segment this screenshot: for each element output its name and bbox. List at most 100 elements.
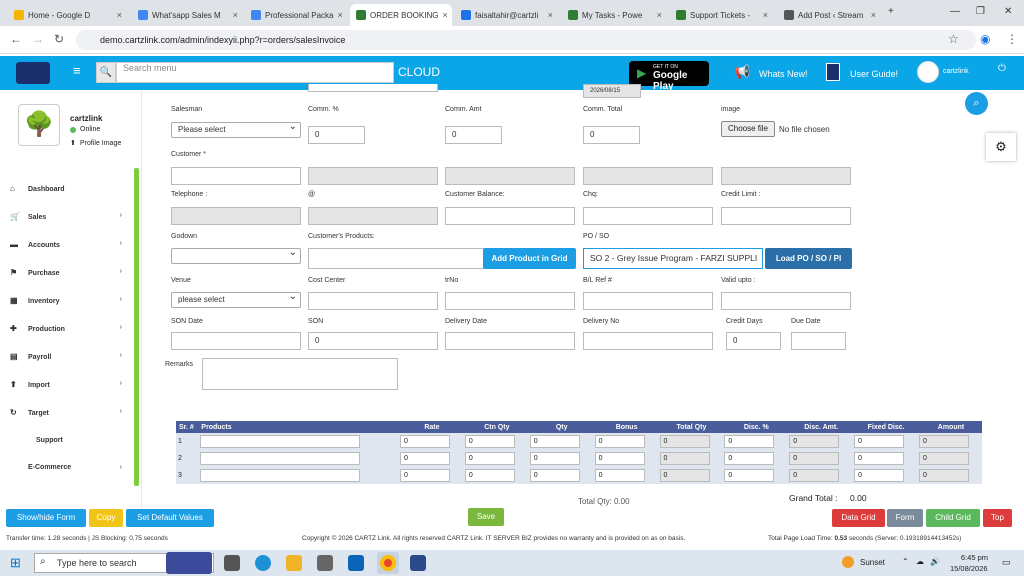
sidebar-item-import[interactable]: ⬆ Import › (10, 380, 130, 389)
form-button[interactable]: Form (887, 509, 923, 527)
tab-close-icon[interactable]: × (657, 10, 662, 20)
edge-icon[interactable] (255, 555, 271, 571)
grid-value-input[interactable]: 0 (594, 435, 645, 448)
grid-value-input[interactable]: 0 (464, 435, 515, 448)
load-po-button[interactable]: Load PO / SO / PI (765, 248, 852, 269)
tab-close-icon[interactable]: × (763, 10, 768, 20)
sidebar-item-e-commerce[interactable]: E-Commerce › (10, 464, 130, 471)
windows-start-icon[interactable]: ⊞ (10, 555, 21, 571)
browser-menu-icon[interactable]: ⋮ (1006, 32, 1018, 46)
sidebar-item-target[interactable]: ↻ Target › (10, 408, 130, 417)
sidebar-item-sales[interactable]: 🛒 Sales › (10, 212, 130, 221)
floating-search-icon[interactable]: ⌕ (965, 92, 988, 115)
grid-product-input[interactable] (200, 435, 361, 448)
forward-icon[interactable]: → (32, 32, 44, 46)
browser-tab[interactable]: My Tasks - Powe × (562, 4, 668, 26)
outlook-icon[interactable] (348, 555, 364, 571)
hamburger-menu-icon[interactable]: ≡ (73, 63, 81, 78)
choose-file-button[interactable]: Choose file (721, 121, 775, 137)
son-date-input[interactable] (171, 332, 301, 350)
grid-value-input[interactable]: 0 (529, 435, 580, 448)
grid-value-input[interactable]: 0 (724, 469, 775, 482)
grid-product-input[interactable] (200, 469, 361, 482)
sidebar-item-production[interactable]: ✚ Production › (10, 324, 130, 333)
salesman-select[interactable]: Please select (171, 120, 301, 138)
delivery-date-input[interactable] (445, 332, 575, 350)
copy-button[interactable]: Copy (89, 509, 123, 527)
chq-input[interactable] (583, 207, 713, 225)
browser-tab[interactable]: Professional Packa × (245, 4, 347, 26)
tab-close-icon[interactable]: × (117, 10, 122, 20)
grid-value-input[interactable]: 0 (464, 469, 515, 482)
grid-value-input[interactable]: 0 (854, 469, 905, 482)
chrome-icon-active[interactable] (377, 552, 399, 574)
add-product-button[interactable]: Add Product in Grid (483, 248, 576, 269)
godown-select[interactable] (171, 246, 301, 264)
credit-days-input[interactable]: 0 (726, 332, 781, 350)
network-icon[interactable]: ☁ (916, 557, 924, 566)
show-hide-form-button[interactable]: Show/hide Form (6, 509, 86, 527)
user-avatar[interactable] (917, 61, 939, 83)
trno-input[interactable] (445, 292, 575, 310)
tab-close-icon[interactable]: × (871, 10, 876, 20)
whats-new-link[interactable]: Whats New! (759, 69, 808, 79)
profile-image-link[interactable]: Profile Image (80, 140, 121, 147)
bookmark-star-icon[interactable]: ☆ (948, 32, 959, 46)
grid-value-input[interactable]: 0 (854, 452, 905, 465)
user-guide-link[interactable]: User Guide! (850, 69, 898, 79)
browser-tab[interactable]: Home - Google D × (8, 4, 128, 26)
browser-tab[interactable]: What'sapp Sales M × (132, 4, 244, 26)
valid-upto-input[interactable] (721, 292, 851, 310)
grid-value-input[interactable]: 0 (594, 452, 645, 465)
app-icon[interactable] (410, 555, 426, 571)
venue-select[interactable]: please select (171, 290, 301, 308)
credit-limit-input[interactable] (721, 207, 851, 225)
po-so-input[interactable]: SO 2 - Grey Issue Program - FARZI SUPPLI (583, 248, 763, 269)
comm-pct-input[interactable]: 0 (308, 126, 365, 144)
save-button[interactable]: Save (468, 508, 504, 526)
date-field[interactable]: 2026/08/15 (583, 84, 641, 98)
profile-icon[interactable]: ◉ (980, 32, 990, 46)
grid-value-input[interactable]: 0 (529, 452, 580, 465)
grid-product-input[interactable] (200, 452, 361, 465)
grid-value-input[interactable]: 0 (594, 469, 645, 482)
child-grid-button[interactable]: Child Grid (926, 509, 980, 527)
back-icon[interactable]: ← (10, 32, 22, 46)
remarks-textarea[interactable] (202, 358, 398, 390)
window-close-icon[interactable]: ✕ (1004, 6, 1012, 17)
settings-gear-icon[interactable]: ⚙ (986, 133, 1016, 161)
power-icon[interactable]: ⏻ (998, 63, 1006, 74)
grid-value-input[interactable]: 0 (464, 452, 515, 465)
restore-icon[interactable]: ❐ (976, 6, 985, 17)
grid-value-input[interactable]: 0 (854, 435, 905, 448)
grid-value-input[interactable]: 0 (400, 452, 451, 465)
data-grid-button[interactable]: Data Grid (832, 509, 885, 527)
sidebar-item-inventory[interactable]: ▦ Inventory › (10, 296, 130, 305)
sidebar-item-payroll[interactable]: ▤ Payroll › (10, 352, 130, 361)
new-tab-button[interactable]: + (888, 6, 894, 17)
clock-date[interactable]: 15/08/2026 (950, 564, 988, 573)
clock-time[interactable]: 6:45 pm (952, 553, 988, 562)
browser-tab[interactable]: Support Tickets - × (670, 4, 774, 26)
customer-balance-input[interactable] (445, 207, 575, 225)
grid-value-input[interactable]: 0 (400, 435, 451, 448)
tab-close-icon[interactable]: × (233, 10, 238, 20)
minimize-icon[interactable]: — (950, 6, 960, 17)
due-date-input[interactable] (791, 332, 846, 350)
grid-value-input[interactable]: 0 (529, 469, 580, 482)
tab-close-icon[interactable]: × (337, 10, 342, 20)
customer-products-input[interactable] (308, 248, 484, 269)
header-username[interactable]: cartzlink (943, 68, 969, 75)
task-view-icon[interactable] (224, 555, 240, 571)
notification-icon[interactable]: ▭ (1002, 557, 1011, 568)
top-button[interactable]: Top (983, 509, 1012, 527)
browser-tab[interactable]: faisaltahir@cartzli × (455, 4, 559, 26)
sidebar-item-purchase[interactable]: ⚑ Purchase › (10, 268, 130, 277)
grid-value-input[interactable]: 0 (724, 452, 775, 465)
browser-tab[interactable]: Add Post ‹ Stream × (778, 4, 882, 26)
sidebar-item-accounts[interactable]: ▬ Accounts › (10, 240, 130, 249)
cost-center-input[interactable] (308, 292, 438, 310)
delivery-no-input[interactable] (583, 332, 713, 350)
search-menu-input[interactable]: Search menu (116, 62, 394, 83)
store-icon[interactable] (317, 555, 333, 571)
